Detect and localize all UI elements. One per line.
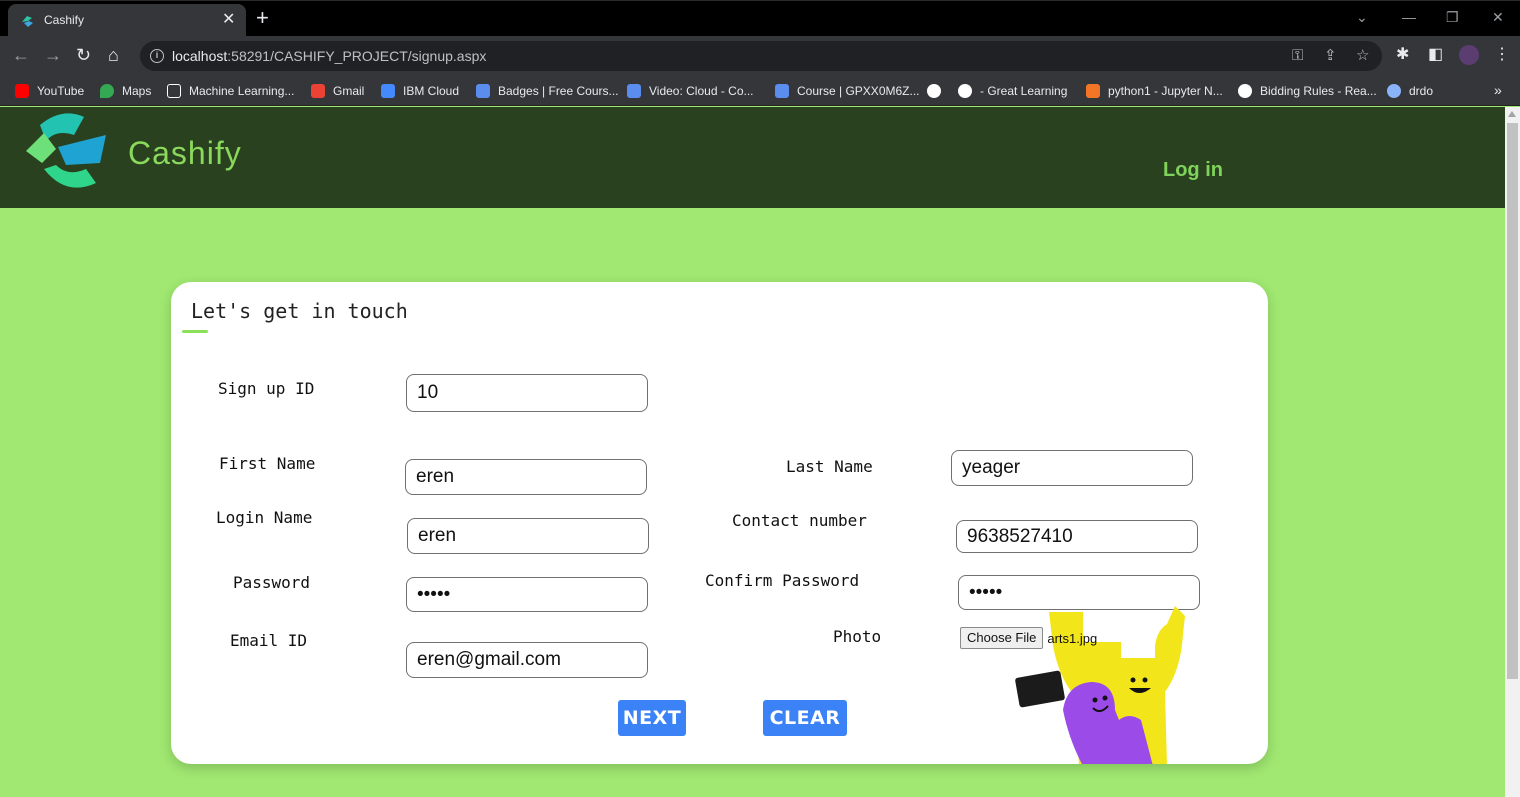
browser-toolbar: ← → ↻ ⌂ i localhost:58291/CASHIFY_PROJEC…: [0, 36, 1520, 76]
address-bar[interactable]: i localhost:58291/CASHIFY_PROJECT/signup…: [140, 41, 1382, 71]
next-button[interactable]: NEXT: [618, 700, 686, 736]
bookmark-youtube[interactable]: YouTube: [15, 83, 84, 99]
bookmarks-bar: YouTube Maps Machine Learning... Gmail I…: [0, 76, 1520, 106]
last-name-input[interactable]: [951, 450, 1193, 486]
password-label: Password: [233, 573, 311, 592]
reload-icon[interactable]: ↻: [76, 44, 91, 66]
restore-icon[interactable]: ❐: [1446, 7, 1459, 27]
form-title: Let's get in touch: [191, 299, 408, 323]
globe-icon: [1238, 84, 1252, 98]
youtube-icon: [15, 84, 29, 98]
profile-avatar[interactable]: [1459, 45, 1479, 65]
cashify-favicon-icon: [22, 16, 33, 27]
bookmark-star-icon[interactable]: ☆: [1356, 47, 1369, 65]
course-icon: [627, 84, 641, 98]
window-close-icon[interactable]: ✕: [1492, 7, 1504, 27]
forward-icon[interactable]: →: [44, 44, 62, 66]
ibm-cloud-icon: [381, 84, 395, 98]
google-icon: [958, 84, 972, 98]
menu-kebab-icon[interactable]: ⋮: [1494, 45, 1510, 65]
bookmark-badges[interactable]: Badges | Free Cours...: [476, 83, 619, 99]
home-icon[interactable]: ⌂: [108, 44, 119, 66]
contact-number-label: Contact number: [732, 511, 867, 530]
course-icon: [476, 84, 490, 98]
browser-tab-bar: Cashify ✕ + ⌄ — ❐ ✕: [0, 0, 1520, 37]
globe-icon: [927, 84, 941, 98]
confirm-password-label: Confirm Password: [705, 571, 860, 590]
bookmark-machine-learning[interactable]: Machine Learning...: [167, 83, 294, 99]
cashify-logo-icon: [26, 113, 106, 188]
waving-characters-illustration: [1015, 606, 1185, 764]
signup-id-label: Sign up ID: [218, 379, 315, 398]
more-bookmarks-icon[interactable]: »: [1494, 82, 1502, 98]
minimize-icon[interactable]: —: [1402, 7, 1416, 27]
signup-card: Let's get in touch Sign up ID First Name…: [171, 282, 1268, 764]
bookmark-globe[interactable]: [927, 83, 949, 99]
login-link[interactable]: Log in: [1163, 159, 1223, 182]
clear-button[interactable]: CLEAR: [763, 700, 847, 736]
ml-icon: [167, 84, 181, 98]
site-info-icon[interactable]: i: [150, 49, 164, 63]
bookmark-ibm-cloud[interactable]: IBM Cloud: [381, 83, 459, 99]
login-name-label: Login Name: [216, 508, 313, 527]
login-name-input[interactable]: [407, 518, 649, 554]
page-scrollbar[interactable]: [1505, 107, 1520, 797]
signup-id-input[interactable]: [406, 374, 648, 412]
bookmark-course[interactable]: Course | GPXX0M6Z...: [775, 83, 920, 99]
email-label: Email ID: [230, 631, 308, 650]
email-input[interactable]: [406, 642, 648, 678]
bookmark-gmail[interactable]: Gmail: [311, 83, 364, 99]
maps-icon: [100, 84, 114, 98]
course-icon: [775, 84, 789, 98]
new-tab-icon[interactable]: +: [256, 6, 269, 30]
bookmark-maps[interactable]: Maps: [100, 83, 151, 99]
extensions-icon[interactable]: ✱: [1396, 45, 1409, 65]
last-name-label: Last Name: [786, 457, 873, 476]
jupyter-icon: [1086, 84, 1100, 98]
password-key-icon[interactable]: ⚿: [1292, 47, 1303, 65]
side-panel-icon[interactable]: ◧: [1428, 45, 1443, 65]
choose-file-button[interactable]: Choose File: [960, 627, 1044, 649]
back-icon[interactable]: ←: [12, 44, 30, 66]
tab-close-icon[interactable]: ✕: [222, 10, 235, 30]
gmail-icon: [311, 84, 325, 98]
scroll-up-arrow-icon[interactable]: [1508, 111, 1516, 117]
tab-search-icon[interactable]: ⌄: [1356, 7, 1368, 27]
drdo-icon: [1387, 84, 1401, 98]
bookmark-drdo[interactable]: drdo: [1387, 83, 1433, 99]
first-name-label: First Name: [219, 454, 316, 473]
tab-title: Cashify: [44, 13, 85, 27]
url-text: localhost:58291/CASHIFY_PROJECT/signup.a…: [172, 48, 487, 64]
contact-number-input[interactable]: [956, 520, 1198, 553]
browser-tab[interactable]: Cashify ✕: [8, 4, 246, 37]
photo-file-input[interactable]: Choose File arts1.jpg: [960, 627, 1097, 649]
chosen-file-name: arts1.jpg: [1047, 630, 1098, 646]
share-icon[interactable]: ⇪: [1324, 47, 1337, 65]
bookmark-video-cloud[interactable]: Video: Cloud - Co...: [627, 83, 754, 99]
bookmark-bidding-rules[interactable]: Bidding Rules - Rea...: [1238, 83, 1377, 99]
title-underline: [182, 330, 208, 333]
site-header: Cashify Log in: [0, 107, 1505, 208]
scroll-thumb[interactable]: [1507, 123, 1518, 679]
photo-label: Photo: [833, 627, 882, 646]
brand-name: Cashify: [128, 135, 242, 171]
password-input[interactable]: [406, 577, 648, 612]
bookmark-jupyter[interactable]: python1 - Jupyter N...: [1086, 83, 1223, 99]
bookmark-great-learning[interactable]: - Great Learning: [958, 83, 1067, 99]
first-name-input[interactable]: [405, 459, 647, 495]
